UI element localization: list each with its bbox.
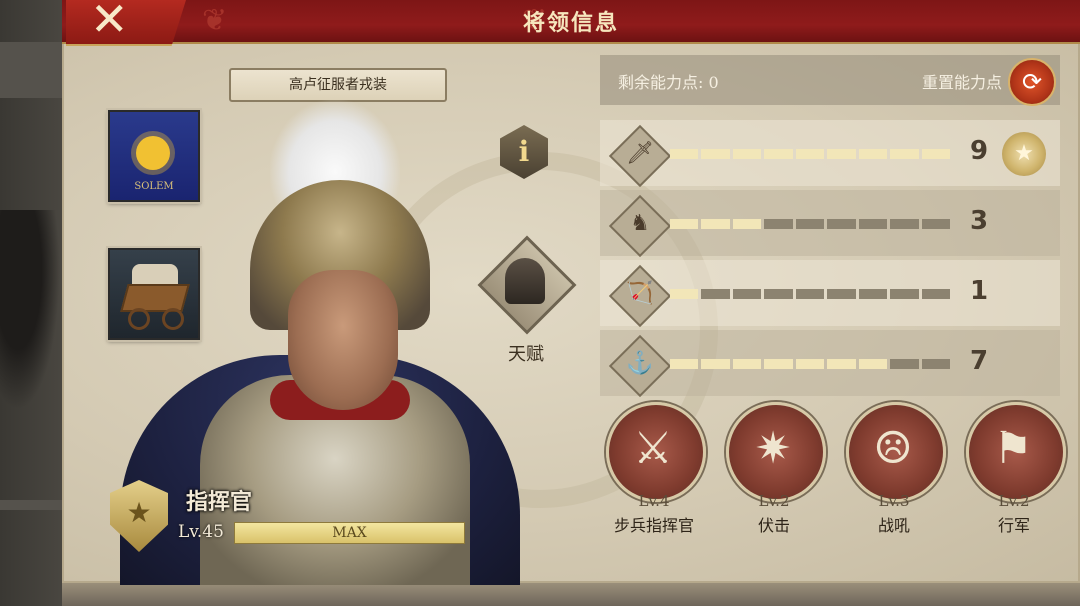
stat-bar-segment [732, 149, 762, 159]
stat-bar-segment [795, 359, 825, 369]
stat-bar-segment [890, 219, 919, 229]
stat-bar-segment [858, 149, 888, 159]
stat-bar-segment [764, 219, 793, 229]
stat-bar-segment [827, 359, 856, 369]
stat-bar-segment [732, 359, 762, 369]
outfit-label[interactable]: 高卢征服者戎装 [229, 68, 447, 102]
stat-bar-segment [701, 289, 730, 299]
skill-name: 行军 [997, 516, 1030, 535]
stat-bar-segment [732, 219, 762, 229]
stat-bar-segment [921, 359, 950, 369]
reset-points-label: 重置能力点 [921, 73, 1002, 92]
max-rank-badge-icon: ★ [1002, 132, 1046, 176]
background-wall [0, 42, 62, 98]
background-floor [0, 500, 62, 510]
stat-value: 3 [970, 206, 989, 236]
stat-bar-segment [764, 289, 793, 299]
background-silhouette [0, 210, 60, 410]
stat-bar-segment [858, 359, 888, 369]
skill-level: Lv.3 [878, 492, 910, 510]
stat-row: 🗡 9 ★ [600, 120, 1060, 188]
stat-bar-segment [827, 149, 856, 159]
stat-bar-segment [670, 149, 699, 159]
stat-bar-segment [858, 219, 888, 229]
reset-points-button[interactable]: ⟳ [1008, 58, 1056, 106]
panel-bottom-edge [62, 583, 1080, 606]
war-cry-icon: ☹ [873, 423, 913, 474]
stat-bar-segment [890, 359, 919, 369]
refresh-icon: ⟳ [1021, 68, 1043, 96]
stat-bar-segment [670, 289, 699, 299]
stat-progress-bar [670, 289, 950, 299]
commander-level: Lv.45 [178, 522, 224, 542]
stat-bar-segment [827, 219, 856, 229]
info-icon: i [518, 135, 530, 168]
skill-button[interactable]: ⚔ Lv.4 步兵指挥官 [604, 400, 706, 540]
stat-bar-segment [890, 149, 919, 159]
march-icon: ⚑ [993, 423, 1033, 474]
skill-name: 战吼 [877, 516, 910, 535]
star-icon: ★ [126, 496, 152, 529]
stat-bar-segment [670, 359, 699, 369]
stat-bar-segment [670, 219, 699, 229]
skill-level: Lv.2 [758, 492, 790, 510]
header-bar: ❦ ❦ 将领信息 [62, 0, 1080, 44]
stat-bar-segment [795, 289, 825, 299]
stat-bar-segment [890, 289, 919, 299]
sword-icon: 🗡 [626, 141, 654, 166]
stat-progress-bar [670, 149, 950, 159]
stat-row: 🏹 1 [600, 260, 1060, 328]
stat-bar-segment [701, 359, 730, 369]
horse-icon: ♞ [630, 211, 650, 236]
page-title: 将领信息 [522, 11, 619, 36]
stat-value: 1 [970, 276, 989, 306]
ambush-icon: ✷ [754, 423, 792, 474]
stat-bar-segment [921, 289, 950, 299]
anchor-icon: ⚓ [626, 351, 654, 376]
remaining-points-label: 剩余能力点: [618, 73, 704, 92]
stat-bar-segment [701, 149, 730, 159]
talent-label: 天赋 [508, 344, 544, 365]
close-icon: ✕ [90, 0, 129, 46]
talent-helmet-icon [505, 258, 545, 304]
bow-icon: 🏹 [626, 281, 654, 306]
close-button[interactable]: ✕ [66, 0, 186, 46]
stats-panel: 剩余能力点: 0 重置能力点 ⟳ 🗡 9 ★ ♞ 3 🏹 1 ⚓ 7 [600, 55, 1060, 398]
skill-name: 步兵指挥官 [613, 516, 694, 535]
remaining-points-value: 0 [708, 73, 719, 92]
stat-bar-segment [764, 149, 793, 159]
stat-bar-segment [858, 289, 888, 299]
stat-bar-segment [827, 289, 856, 299]
stat-progress-bar [670, 219, 950, 229]
skill-button[interactable]: ☹ Lv.3 战吼 [844, 400, 946, 540]
rank-title: 指挥官 [186, 489, 253, 515]
skills-row: ⚔ Lv.4 步兵指挥官 ✷ Lv.2 伏击 ☹ Lv.3 战吼 ⚑ Lv.2 行军 [600, 400, 1070, 540]
stat-value: 9 [970, 136, 989, 166]
stat-progress-bar [670, 359, 950, 369]
stat-bar-segment [795, 219, 825, 229]
stat-bar-segment [921, 219, 950, 229]
stat-bar-segment [795, 149, 825, 159]
skill-level: Lv.4 [638, 492, 670, 510]
stat-row: ♞ 3 [600, 190, 1060, 258]
talent-button[interactable] [477, 235, 577, 335]
hero-face [288, 270, 398, 410]
stat-bar-segment [764, 359, 793, 369]
stat-row: ⚓ 7 [600, 330, 1060, 398]
skill-button[interactable]: ⚑ Lv.2 行军 [964, 400, 1066, 540]
experience-bar: MAX [234, 522, 465, 544]
skill-level: Lv.2 [998, 492, 1030, 510]
stat-bar-segment [732, 289, 762, 299]
skill-name: 伏击 [757, 516, 790, 535]
experience-label: MAX [332, 525, 367, 541]
crossed-swords-icon: ⚔ [633, 423, 673, 474]
remaining-points: 剩余能力点: 0 [618, 69, 719, 93]
commander-rank-plate: ★ 指挥官 Lv.45 MAX [110, 478, 465, 558]
stats-header: 剩余能力点: 0 重置能力点 ⟳ [600, 55, 1060, 106]
stat-value: 7 [970, 346, 989, 376]
stat-bar-segment [921, 149, 950, 159]
skill-button[interactable]: ✷ Lv.2 伏击 [724, 400, 826, 540]
stat-bar-segment [701, 219, 730, 229]
